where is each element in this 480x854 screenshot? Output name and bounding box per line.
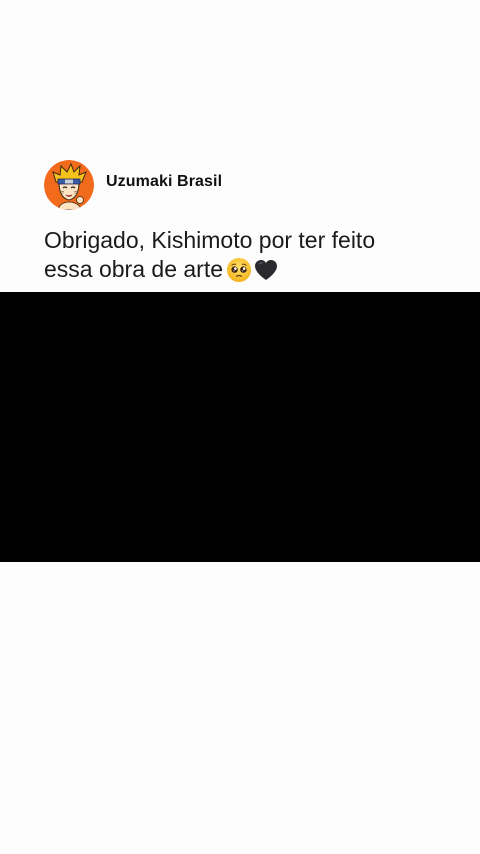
post-header: Uzumaki Brasil (44, 160, 222, 210)
post-text-line-2-text: essa obra de arte (44, 256, 224, 282)
screen: Uzumaki Brasil Obrigado, Kishimoto por t… (0, 0, 480, 854)
post-text: Obrigado, Kishimoto por ter feito essa o… (44, 226, 444, 284)
author-name[interactable]: Uzumaki Brasil (106, 173, 222, 191)
post-text-line-1: Obrigado, Kishimoto por ter feito (44, 227, 376, 253)
pleading-face-emoji-icon (226, 257, 252, 283)
video-player[interactable] (0, 292, 480, 562)
black-heart-emoji-icon (253, 257, 279, 283)
post-text-line-2: essa obra de arte (44, 255, 444, 284)
naruto-avatar-icon[interactable] (44, 160, 94, 210)
